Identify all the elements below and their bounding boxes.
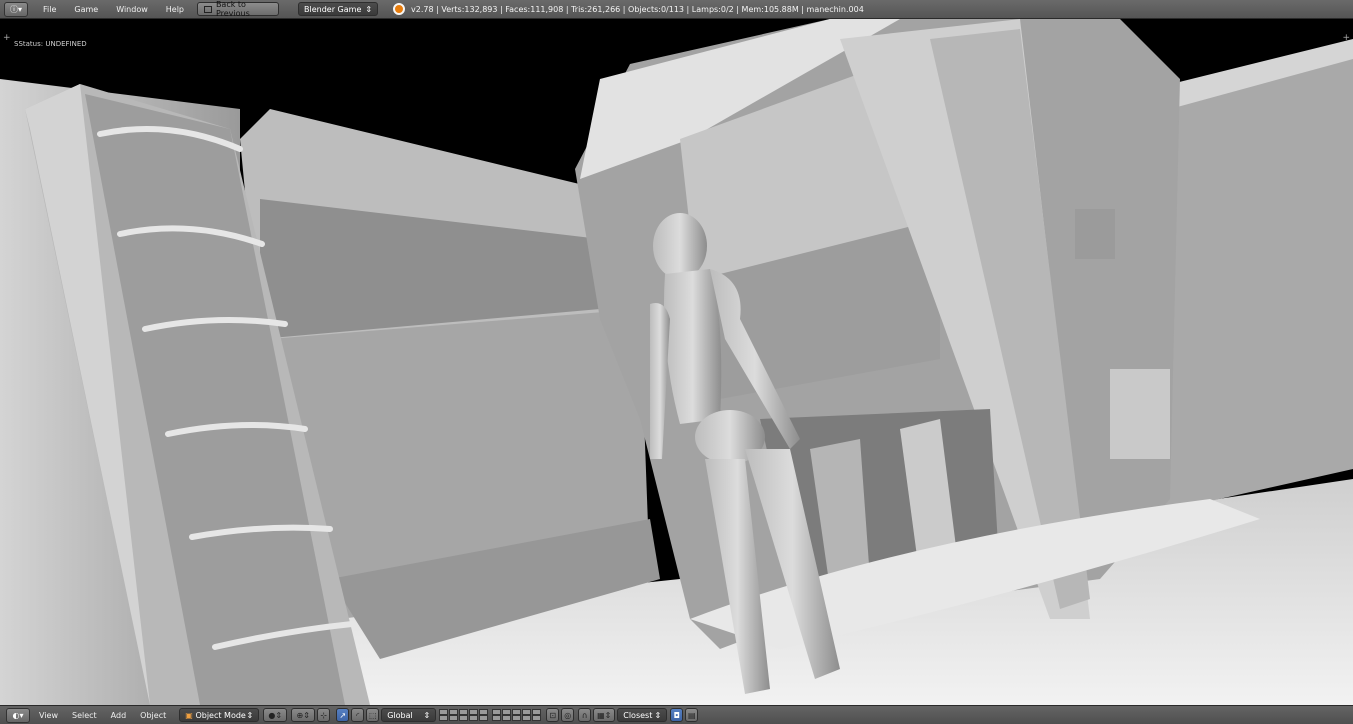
layer-button[interactable] bbox=[449, 715, 459, 721]
scene-stats: v2.78 | Verts:132,893 | Faces:111,908 | … bbox=[393, 3, 864, 15]
object-mode-icon: ▣ bbox=[185, 710, 193, 720]
layer-button[interactable] bbox=[479, 715, 489, 721]
blender-logo-icon bbox=[393, 3, 406, 15]
magnet-icon: ∩ bbox=[581, 710, 588, 720]
transform-orientation-select[interactable]: Global ⇕ bbox=[381, 708, 437, 722]
menu-view[interactable]: View bbox=[32, 711, 65, 720]
lock-layers-button[interactable]: ⊡ bbox=[546, 708, 560, 722]
translate-manipulator-button[interactable]: ↗ bbox=[336, 708, 350, 722]
mode-select[interactable]: ▣ Object Mode ⇕ bbox=[179, 708, 260, 722]
layers-block-2[interactable] bbox=[492, 709, 542, 721]
proportional-icon: ◎ bbox=[564, 710, 572, 720]
clapper-icon: ▤ bbox=[687, 710, 696, 720]
layer-button[interactable] bbox=[522, 715, 532, 721]
manipulator-icon: ⊹ bbox=[320, 710, 328, 720]
opengl-render-button[interactable]: ◘ bbox=[670, 708, 684, 722]
rotate-icon: ◜ bbox=[356, 710, 360, 720]
updown-arrow-icon: ⇕ bbox=[365, 4, 373, 14]
arrow-translate-icon: ↗ bbox=[339, 710, 347, 720]
area-split-icon[interactable]: + bbox=[3, 33, 11, 43]
mode-label: Object Mode bbox=[195, 710, 246, 720]
screen-icon bbox=[204, 5, 212, 13]
rotate-manipulator-button[interactable]: ◜ bbox=[351, 708, 365, 722]
layer-button[interactable] bbox=[469, 715, 479, 721]
back-to-previous-label: Back to Previous bbox=[215, 0, 250, 18]
editor-type-button[interactable]: ⓘ▾ bbox=[4, 1, 28, 17]
back-to-previous-button[interactable]: Back to Previous bbox=[197, 0, 280, 18]
viewport-shading-button[interactable]: ●⇕ bbox=[263, 708, 288, 722]
3d-view-icon: ◐▾ bbox=[12, 710, 24, 720]
top-menu: File Game Window Help bbox=[34, 5, 193, 14]
layer-button[interactable] bbox=[532, 715, 542, 721]
shading-sphere-icon: ●⇕ bbox=[268, 710, 283, 720]
3d-viewport[interactable]: SStatus: UNDEFINED + + bbox=[0, 19, 1353, 705]
layer-button[interactable] bbox=[439, 715, 449, 721]
info-header: ⓘ▾ File Game Window Help Back to Previou… bbox=[0, 0, 1353, 19]
snap-toggle-button[interactable]: ∩ bbox=[578, 708, 592, 722]
layer-button[interactable] bbox=[512, 715, 522, 721]
render-animation-button[interactable]: ▤ bbox=[685, 708, 699, 722]
updown-arrow-icon-orient: ⇕ bbox=[423, 710, 431, 720]
menu-window[interactable]: Window bbox=[107, 5, 157, 14]
layers-block-1[interactable] bbox=[439, 709, 489, 721]
updown-arrow-icon-mode: ⇕ bbox=[246, 710, 254, 720]
menu-select[interactable]: Select bbox=[65, 711, 104, 720]
view-menu-bar: View Select Add Object bbox=[32, 711, 173, 720]
render-engine-select[interactable]: Blender Game ⇕ bbox=[298, 2, 379, 16]
manipulator-toggle[interactable]: ⊹ bbox=[317, 708, 331, 722]
scale-manipulator-button[interactable]: ⬚ bbox=[366, 708, 380, 722]
status-text: SStatus: UNDEFINED bbox=[14, 40, 87, 48]
layer-button[interactable] bbox=[492, 715, 502, 721]
menu-object[interactable]: Object bbox=[133, 711, 173, 720]
snap-target-select[interactable]: Closest ⇕ bbox=[617, 708, 668, 722]
menu-add[interactable]: Add bbox=[104, 711, 134, 720]
area-split-icon-right[interactable]: + bbox=[1342, 33, 1350, 43]
stats-text: v2.78 | Verts:132,893 | Faces:111,908 | … bbox=[411, 4, 864, 14]
scale-icon: ⬚ bbox=[368, 710, 377, 720]
3d-view-header: ◐▾ View Select Add Object ▣ Object Mode … bbox=[0, 705, 1353, 724]
orientation-label: Global bbox=[387, 710, 413, 720]
pivot-icon: ⊕⇕ bbox=[296, 710, 310, 720]
menu-game[interactable]: Game bbox=[65, 5, 107, 14]
camera-icon: ◘ bbox=[673, 710, 680, 720]
scene-render bbox=[0, 19, 1353, 705]
pivot-point-button[interactable]: ⊕⇕ bbox=[291, 708, 316, 722]
render-engine-label: Blender Game bbox=[304, 4, 362, 14]
menu-help[interactable]: Help bbox=[157, 5, 193, 14]
editor-type-button-3d[interactable]: ◐▾ bbox=[6, 707, 30, 723]
layer-button[interactable] bbox=[502, 715, 512, 721]
menu-file[interactable]: File bbox=[34, 5, 65, 14]
snap-element-icon: ▦⇕ bbox=[597, 710, 612, 720]
updown-arrow-icon-snap: ⇕ bbox=[654, 710, 662, 720]
snap-target-label: Closest bbox=[623, 710, 653, 720]
lock-icon: ⊡ bbox=[549, 710, 557, 720]
proportional-edit-button[interactable]: ◎ bbox=[561, 708, 575, 722]
layer-button[interactable] bbox=[459, 715, 469, 721]
snap-element-button[interactable]: ▦⇕ bbox=[593, 708, 616, 722]
info-icon: ⓘ▾ bbox=[9, 4, 22, 14]
